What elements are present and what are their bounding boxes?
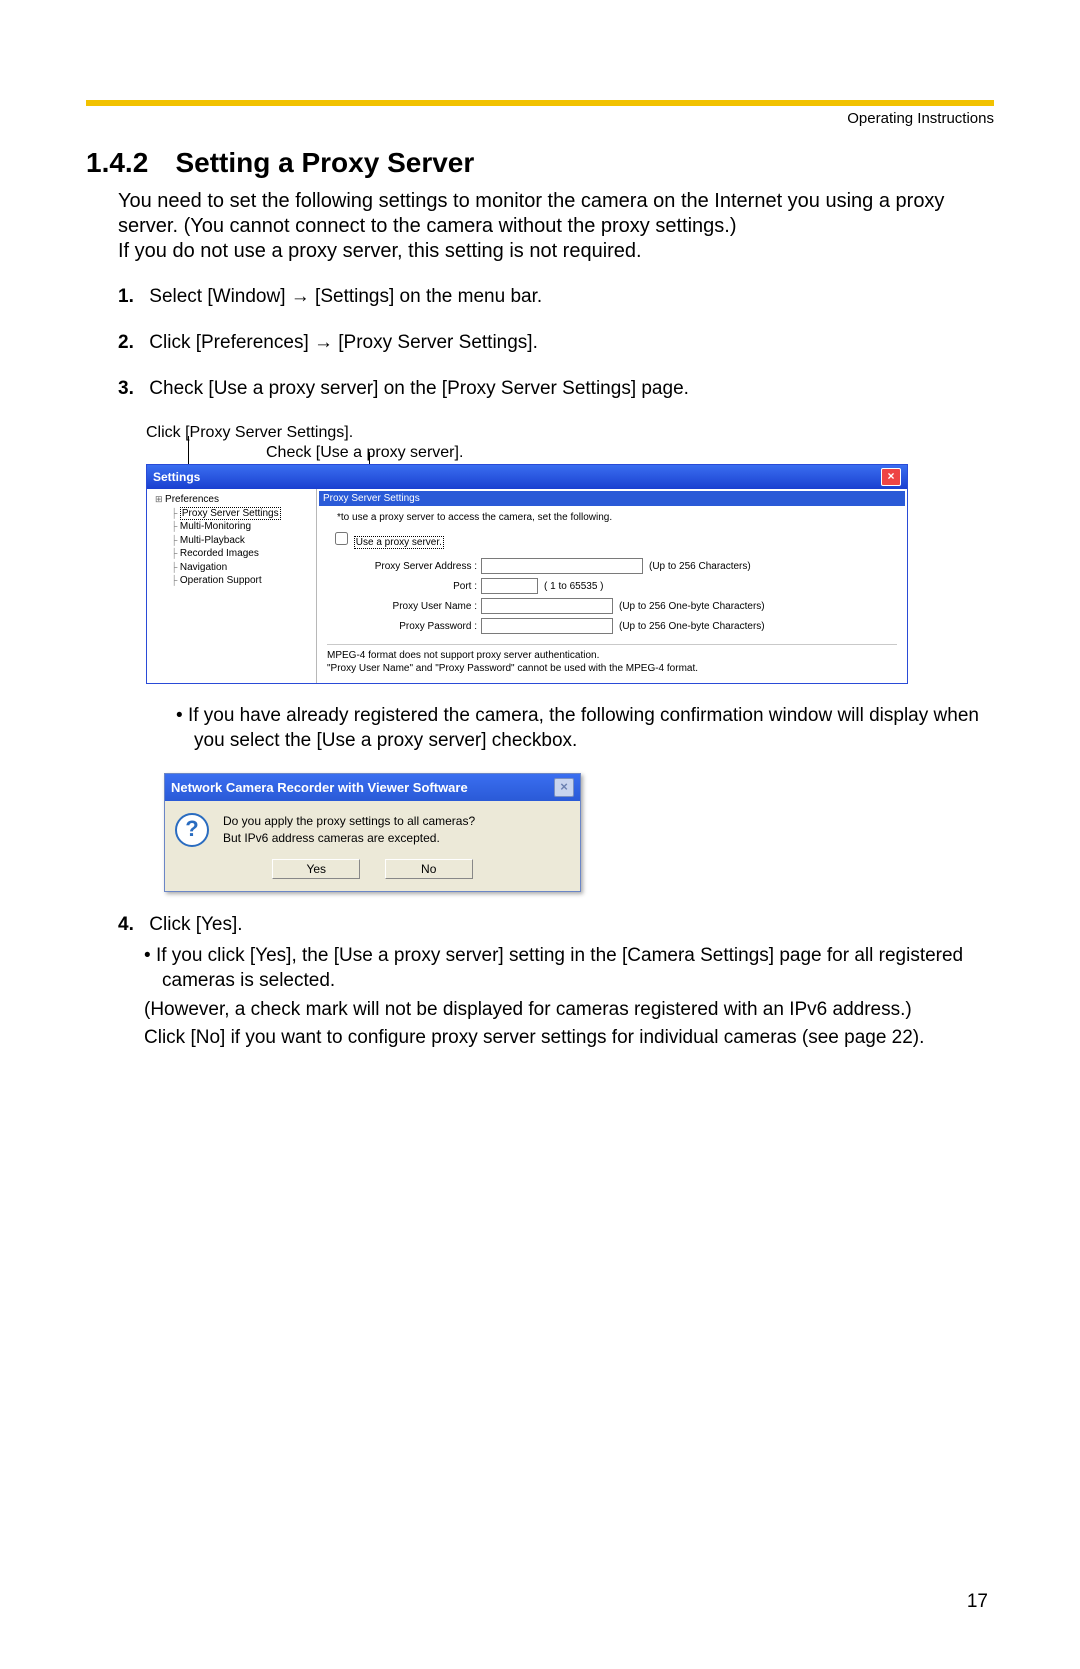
running-head: Operating Instructions — [86, 110, 994, 127]
panel-footnote: MPEG-4 format does not support proxy ser… — [327, 644, 897, 675]
footnote-2: "Proxy User Name" and "Proxy Password" c… — [327, 662, 897, 675]
step-4-bullet-1: If you click [Yes], the [Use a proxy ser… — [144, 944, 994, 993]
step-4-bullets: If you click [Yes], the [Use a proxy ser… — [144, 944, 994, 1051]
intro-p2: If you do not use a proxy server, this s… — [118, 239, 994, 264]
pass-note: (Up to 256 One-byte Characters) — [619, 621, 765, 632]
address-note: (Up to 256 Characters) — [649, 561, 751, 572]
post-screenshot-bullet-text: If you have already registered the camer… — [194, 704, 994, 753]
section-number: 1.4.2 — [86, 147, 171, 179]
row-user: Proxy User Name : (Up to 256 One-byte Ch… — [327, 598, 897, 614]
step-1-text: Select [Window] → [Settings] on the menu… — [149, 286, 542, 307]
port-label: Port : — [327, 581, 481, 592]
port-note: ( 1 to 65535 ) — [544, 581, 603, 592]
confirm-text: Do you apply the proxy settings to all c… — [223, 813, 475, 847]
use-proxy-checkbox-row[interactable]: Use a proxy server. — [331, 529, 897, 548]
pass-input[interactable] — [481, 618, 613, 634]
step-3-text: Check [Use a proxy server] on the [Proxy… — [149, 378, 689, 399]
callout-1: Click [Proxy Server Settings]. — [146, 424, 994, 442]
settings-title-text: Settings — [153, 470, 200, 484]
tree-item-multimonitoring[interactable]: Multi-Monitoring — [149, 520, 314, 534]
close-icon[interactable]: × — [881, 468, 901, 486]
address-input[interactable] — [481, 558, 643, 574]
question-icon: ? — [175, 813, 209, 847]
confirm-title-text: Network Camera Recorder with Viewer Soft… — [171, 780, 468, 795]
confirm-close-icon[interactable]: × — [554, 778, 574, 797]
port-input[interactable] — [481, 578, 538, 594]
confirm-buttons: Yes No — [165, 853, 580, 891]
header-rule — [86, 100, 994, 106]
tree-item-navigation[interactable]: Navigation — [149, 561, 314, 575]
step-2: 2. Click [Preferences] → [Proxy Server S… — [118, 332, 994, 354]
use-proxy-checkbox[interactable] — [335, 532, 348, 545]
settings-panel: Proxy Server Settings *to use a proxy se… — [317, 489, 907, 683]
tree-item-opsupport[interactable]: Operation Support — [149, 574, 314, 588]
intro-block: You need to set the following settings t… — [118, 189, 994, 264]
user-input[interactable] — [481, 598, 613, 614]
section-heading: 1.4.2 Setting a Proxy Server — [86, 147, 994, 179]
settings-body: Preferences Proxy Server Settings Multi-… — [147, 489, 907, 683]
panel-title: Proxy Server Settings — [319, 491, 905, 506]
confirm-body: ? Do you apply the proxy settings to all… — [165, 801, 580, 853]
intro-p1: You need to set the following settings t… — [118, 189, 994, 239]
tree-item-recorded[interactable]: Recorded Images — [149, 547, 314, 561]
confirm-dialog: Network Camera Recorder with Viewer Soft… — [164, 773, 581, 892]
no-button[interactable]: No — [385, 859, 473, 879]
page-number: 17 — [967, 1591, 988, 1613]
row-address: Proxy Server Address : (Up to 256 Charac… — [327, 558, 897, 574]
step-2-text: Click [Preferences] → [Proxy Server Sett… — [149, 332, 538, 353]
confirm-title-bar: Network Camera Recorder with Viewer Soft… — [165, 774, 580, 801]
section-title: Setting a Proxy Server — [175, 147, 474, 178]
tree-item-proxy[interactable]: Proxy Server Settings — [149, 507, 314, 521]
step-4: 4. Click [Yes]. — [118, 914, 994, 936]
settings-tree: Preferences Proxy Server Settings Multi-… — [147, 489, 317, 683]
user-note: (Up to 256 One-byte Characters) — [619, 601, 765, 612]
ordered-steps: 1. Select [Window] → [Settings] on the m… — [118, 286, 994, 400]
yes-button[interactable]: Yes — [272, 859, 360, 879]
row-pass: Proxy Password : (Up to 256 One-byte Cha… — [327, 618, 897, 634]
step-4-text: Click [Yes]. — [149, 914, 242, 935]
step-3: 3. Check [Use a proxy server] on the [Pr… — [118, 378, 994, 400]
confirm-line-1: Do you apply the proxy settings to all c… — [223, 813, 475, 829]
panel-hint: *to use a proxy server to access the cam… — [337, 512, 897, 523]
step-4-bullet-1b: (However, a check mark will not be displ… — [144, 998, 994, 1023]
settings-window: Settings × Preferences Proxy Server Sett… — [146, 464, 908, 684]
confirm-line-2: But IPv6 address cameras are excepted. — [223, 830, 475, 846]
address-label: Proxy Server Address : — [327, 561, 481, 572]
tree-root[interactable]: Preferences — [149, 493, 314, 507]
step-1: 1. Select [Window] → [Settings] on the m… — [118, 286, 994, 308]
step-4-bullet-1c: Click [No] if you want to configure prox… — [144, 1026, 994, 1051]
pass-label: Proxy Password : — [327, 621, 481, 632]
row-port: Port : ( 1 to 65535 ) — [327, 578, 897, 594]
step-1-num: 1. — [118, 286, 144, 308]
settings-title-bar: Settings × — [147, 465, 907, 489]
step-4-num: 4. — [118, 914, 144, 936]
callout-2: Check [Use a proxy server]. — [266, 444, 994, 462]
page: Operating Instructions 1.4.2 Setting a P… — [0, 0, 1080, 1669]
tree-item-multiplayback[interactable]: Multi-Playback — [149, 534, 314, 548]
use-proxy-label: Use a proxy server. — [354, 536, 444, 549]
footnote-1: MPEG-4 format does not support proxy ser… — [327, 649, 897, 662]
post-screenshot-bullet: If you have already registered the camer… — [176, 704, 994, 753]
user-label: Proxy User Name : — [327, 601, 481, 612]
callouts: Click [Proxy Server Settings]. Check [Us… — [146, 424, 994, 462]
step-2-num: 2. — [118, 332, 144, 354]
panel-inner: *to use a proxy server to access the cam… — [317, 512, 907, 634]
step-3-num: 3. — [118, 378, 144, 400]
